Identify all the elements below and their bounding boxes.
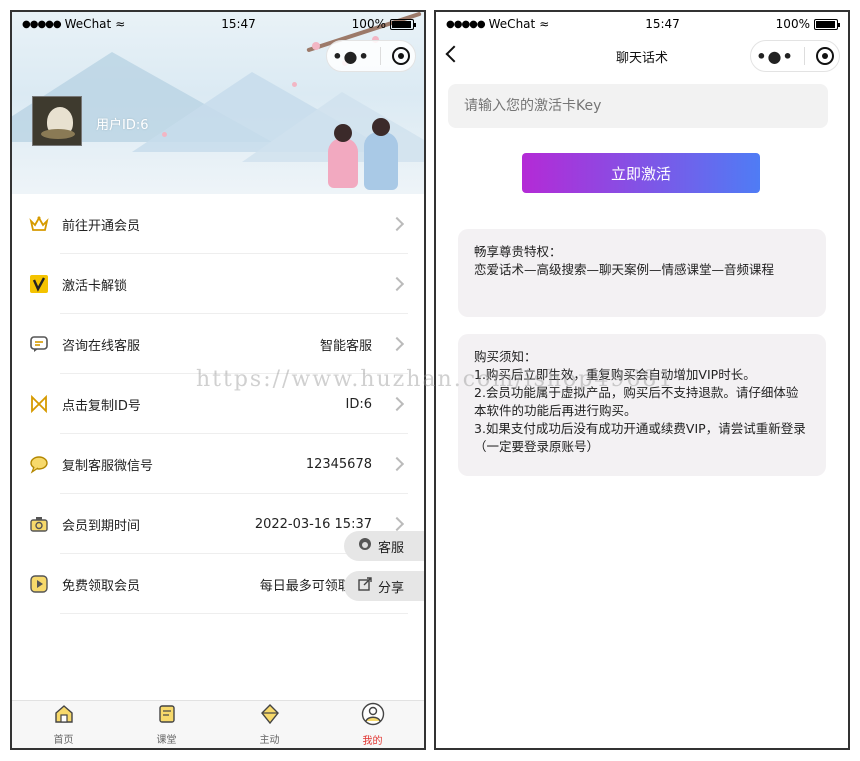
status-bar: ●●●●● WeChat ≈ 15:47 100% bbox=[436, 12, 848, 36]
chevron-right-icon bbox=[389, 216, 405, 232]
battery-icon bbox=[813, 18, 840, 30]
menu-label: 点击复制ID号 bbox=[62, 398, 141, 414]
menu-value: 智能客服 bbox=[319, 338, 372, 354]
privilege-body: 恋爱话术—高级搜索—聊天案例—情感课堂—音频课程 bbox=[474, 262, 775, 277]
menu-label: 咨询在线客服 bbox=[62, 338, 141, 354]
status-time: 15:47 bbox=[221, 17, 256, 31]
share-icon bbox=[358, 577, 372, 595]
wifi-icon: ≈ bbox=[115, 17, 126, 31]
more-icon[interactable]: •●• bbox=[756, 47, 793, 66]
more-icon[interactable]: •●• bbox=[332, 47, 369, 66]
tab-label: 我的 bbox=[362, 736, 383, 747]
tab-label: 首页 bbox=[53, 735, 74, 746]
menu-item-copy-wechat[interactable]: 复制客服微信号 12345678 bbox=[12, 434, 424, 494]
diamond-icon bbox=[259, 703, 281, 729]
chat-icon bbox=[28, 333, 50, 355]
user-id: 用户ID:6 bbox=[96, 118, 149, 133]
carrier-name: WeChat bbox=[488, 17, 536, 31]
notice-line: 1.购买后立即生效，重复购买会自动增加VIP时长。 bbox=[474, 367, 756, 382]
chevron-right-icon bbox=[389, 456, 405, 472]
menu-label: 前往开通会员 bbox=[62, 218, 141, 234]
tab-active[interactable]: 主动 bbox=[218, 701, 321, 748]
menu-item-activation-card[interactable]: 激活卡解锁 bbox=[12, 254, 424, 314]
menu-value: ID:6 bbox=[345, 396, 373, 412]
miniprogram-capsule: •●• bbox=[326, 40, 416, 72]
crown-icon bbox=[28, 213, 50, 235]
menu-label: 激活卡解锁 bbox=[62, 278, 128, 294]
chevron-right-icon bbox=[389, 276, 405, 292]
tab-label: 主动 bbox=[259, 735, 280, 746]
activate-button[interactable]: 立即激活 bbox=[522, 153, 760, 193]
play-icon bbox=[28, 573, 50, 595]
signal-indicator: ●●●●● bbox=[22, 18, 62, 30]
activation-key-input[interactable] bbox=[448, 84, 828, 128]
tab-home[interactable]: 首页 bbox=[12, 701, 115, 748]
float-service-label: 客服 bbox=[378, 540, 405, 556]
close-target-icon[interactable] bbox=[391, 47, 410, 65]
profile-screen: ●●●●● WeChat ≈ 15:47 100% •●• 用户ID:6 前往开通会… bbox=[10, 10, 426, 750]
home-icon bbox=[53, 703, 75, 729]
camera-icon bbox=[28, 513, 50, 535]
menu-label: 会员到期时间 bbox=[62, 518, 141, 534]
page-title: 聊天话术 bbox=[615, 50, 668, 66]
chevron-right-icon bbox=[389, 396, 405, 412]
menu-item-copy-id[interactable]: 点击复制ID号 ID:6 bbox=[12, 374, 424, 434]
float-service-button[interactable]: 客服 bbox=[344, 531, 424, 561]
carrier-name: WeChat bbox=[64, 17, 112, 31]
status-bar: ●●●●● WeChat ≈ 15:47 100% bbox=[12, 12, 424, 36]
back-arrow-icon[interactable] bbox=[445, 45, 463, 63]
profile-icon bbox=[361, 702, 385, 730]
close-target-icon[interactable] bbox=[815, 47, 834, 65]
activation-screen: ●●●●●WeChat≈ 15:47 100% 聊天话术 •●• 立即激活 畅享… bbox=[434, 10, 850, 750]
battery-icon bbox=[389, 18, 416, 30]
vip-card-icon bbox=[28, 273, 50, 295]
avatar[interactable] bbox=[32, 96, 82, 146]
tab-label: 课堂 bbox=[156, 735, 177, 746]
battery-percent: 100% bbox=[351, 17, 386, 31]
wifi-icon: ≈ bbox=[539, 17, 550, 31]
notice-card: 购买须知： 1.购买后立即生效，重复购买会自动增加VIP时长。 2.会员功能属于… bbox=[458, 334, 826, 476]
couple-illustration bbox=[324, 118, 404, 194]
status-time: 15:47 bbox=[645, 17, 680, 31]
tab-class[interactable]: 课堂 bbox=[115, 701, 218, 748]
menu-label: 免费领取会员 bbox=[62, 578, 141, 594]
menu-item-open-vip[interactable]: 前往开通会员 bbox=[12, 194, 424, 254]
chevron-right-icon bbox=[389, 516, 405, 532]
menu-label: 复制客服微信号 bbox=[62, 458, 154, 474]
notice-heading: 购买须知： bbox=[474, 349, 537, 364]
speech-icon bbox=[28, 453, 50, 475]
signal-indicator: ●●●●● bbox=[446, 18, 486, 30]
tab-mine[interactable]: 我的 bbox=[321, 701, 424, 748]
float-share-label: 分享 bbox=[378, 580, 405, 596]
chevron-right-icon bbox=[389, 336, 405, 352]
miniprogram-capsule: •●• bbox=[750, 40, 840, 72]
headset-icon bbox=[358, 537, 372, 555]
bowtie-icon bbox=[28, 393, 50, 415]
privilege-heading: 畅享尊贵特权： bbox=[474, 244, 562, 259]
notice-line: 3.如果支付成功后没有成功开通或续费VIP，请尝试重新登录（一定要登录原账号） bbox=[474, 421, 806, 454]
privilege-card: 畅享尊贵特权： 恋爱话术—高级搜索—聊天案例—情感课堂—音频课程 bbox=[458, 229, 826, 317]
battery-percent: 100% bbox=[775, 17, 810, 31]
menu-value: 12345678 bbox=[305, 456, 372, 472]
float-share-button[interactable]: 分享 bbox=[344, 571, 424, 601]
menu-item-online-service[interactable]: 咨询在线客服 智能客服 bbox=[12, 314, 424, 374]
notes-icon bbox=[156, 703, 178, 729]
tab-bar: 首页 课堂 主动 我的 bbox=[12, 700, 424, 748]
menu-value: 2022-03-16 15:37 bbox=[254, 516, 372, 532]
notice-line: 2.会员功能属于虚拟产品，购买后不支持退款。请仔细体验本软件的功能后再进行购买。 bbox=[474, 385, 799, 418]
